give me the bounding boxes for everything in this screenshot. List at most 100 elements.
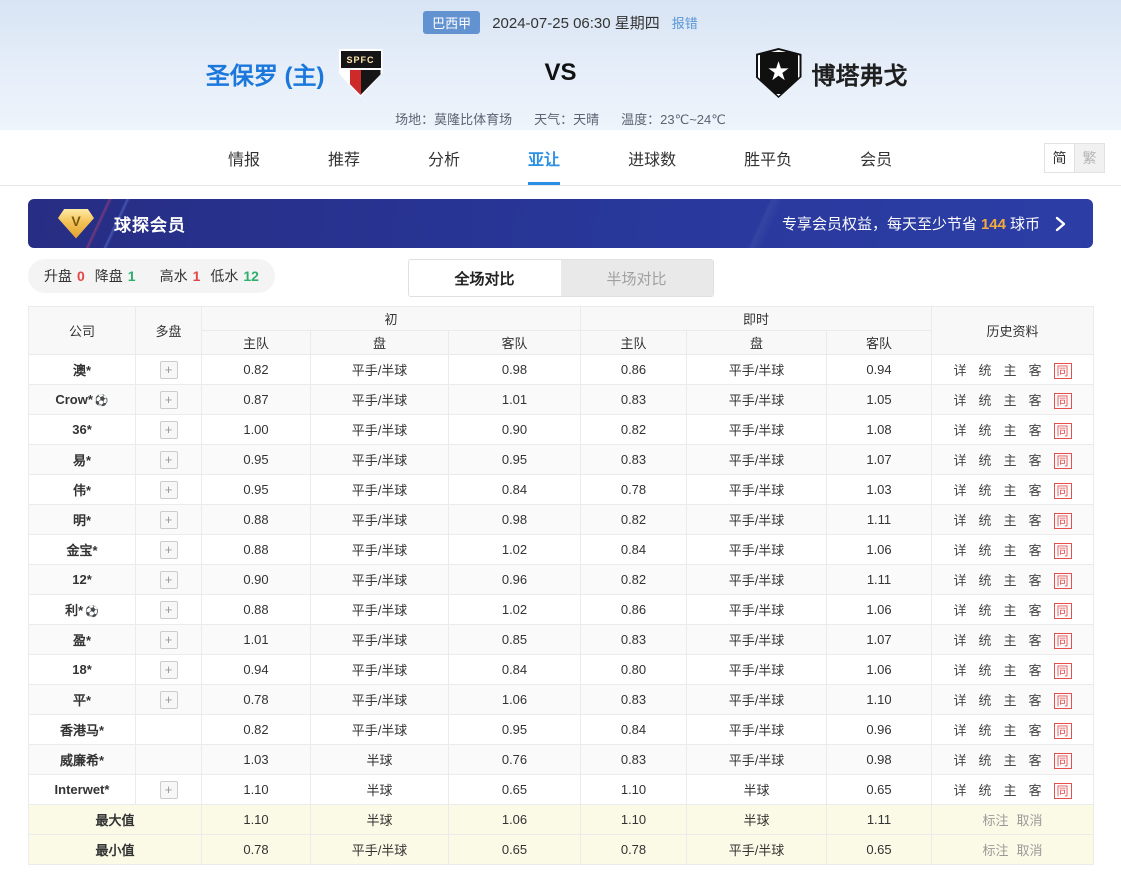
history-link-3[interactable]: 客: [1029, 693, 1042, 708]
expand-multi-button[interactable]: +: [160, 391, 178, 409]
expand-multi-button[interactable]: +: [160, 661, 178, 679]
history-link-4[interactable]: 同: [1054, 663, 1072, 679]
history-link-0[interactable]: 详: [953, 513, 966, 528]
expand-multi-button[interactable]: +: [160, 451, 178, 469]
history-link-0[interactable]: 详: [953, 783, 966, 798]
half-match-toggle[interactable]: 半场对比: [561, 260, 713, 296]
lang-simplified-button[interactable]: 简: [1044, 143, 1075, 173]
expand-multi-button[interactable]: +: [160, 541, 178, 559]
history-link-4[interactable]: 同: [1054, 723, 1072, 739]
history-link-1[interactable]: 统: [978, 573, 991, 588]
nav-tab-3[interactable]: 亚让: [528, 130, 560, 185]
history-link-0[interactable]: 详: [953, 483, 966, 498]
history-link-2[interactable]: 主: [1004, 633, 1017, 648]
history-link-2[interactable]: 主: [1004, 693, 1017, 708]
expand-multi-button[interactable]: +: [160, 691, 178, 709]
history-link-3[interactable]: 客: [1029, 483, 1042, 498]
expand-multi-button[interactable]: +: [160, 631, 178, 649]
history-link-0[interactable]: 详: [953, 573, 966, 588]
history-link-2[interactable]: 主: [1004, 753, 1017, 768]
history-link-4[interactable]: 同: [1054, 513, 1072, 529]
history-link-0[interactable]: 详: [953, 753, 966, 768]
expand-multi-button[interactable]: +: [160, 601, 178, 619]
expand-multi-button[interactable]: +: [160, 481, 178, 499]
history-link-3[interactable]: 客: [1029, 453, 1042, 468]
history-link-1[interactable]: 统: [978, 753, 991, 768]
history-link-4[interactable]: 同: [1054, 633, 1072, 649]
history-link-0[interactable]: 详: [953, 663, 966, 678]
history-link-2[interactable]: 主: [1004, 423, 1017, 438]
history-link-3[interactable]: 客: [1029, 513, 1042, 528]
summary-action-1[interactable]: 取消: [1017, 813, 1043, 828]
history-link-2[interactable]: 主: [1004, 603, 1017, 618]
history-link-3[interactable]: 客: [1029, 633, 1042, 648]
history-link-3[interactable]: 客: [1029, 363, 1042, 378]
history-link-2[interactable]: 主: [1004, 573, 1017, 588]
nav-tab-2[interactable]: 分析: [428, 130, 460, 185]
history-link-1[interactable]: 统: [978, 453, 991, 468]
nav-tab-4[interactable]: 进球数: [628, 130, 676, 185]
history-link-1[interactable]: 统: [978, 423, 991, 438]
report-error-link[interactable]: 报错: [672, 13, 698, 32]
history-link-2[interactable]: 主: [1004, 783, 1017, 798]
history-link-4[interactable]: 同: [1054, 783, 1072, 799]
history-link-3[interactable]: 客: [1029, 603, 1042, 618]
history-link-3[interactable]: 客: [1029, 783, 1042, 798]
history-link-4[interactable]: 同: [1054, 543, 1072, 559]
history-link-1[interactable]: 统: [978, 693, 991, 708]
history-link-0[interactable]: 详: [953, 453, 966, 468]
history-link-0[interactable]: 详: [953, 393, 966, 408]
nav-tab-6[interactable]: 会员: [860, 130, 892, 185]
history-link-2[interactable]: 主: [1004, 513, 1017, 528]
vip-banner[interactable]: V 球探会员 专享会员权益，每天至少节省144球币: [28, 199, 1093, 248]
history-link-2[interactable]: 主: [1004, 483, 1017, 498]
history-link-2[interactable]: 主: [1004, 453, 1017, 468]
history-link-4[interactable]: 同: [1054, 573, 1072, 589]
history-link-4[interactable]: 同: [1054, 363, 1072, 379]
nav-tab-0[interactable]: 情报: [228, 130, 260, 185]
history-link-2[interactable]: 主: [1004, 723, 1017, 738]
full-match-toggle[interactable]: 全场对比: [409, 260, 561, 296]
history-link-0[interactable]: 详: [953, 543, 966, 558]
history-link-0[interactable]: 详: [953, 693, 966, 708]
history-link-3[interactable]: 客: [1029, 573, 1042, 588]
history-link-0[interactable]: 详: [953, 633, 966, 648]
history-link-1[interactable]: 统: [978, 783, 991, 798]
history-link-3[interactable]: 客: [1029, 723, 1042, 738]
history-link-3[interactable]: 客: [1029, 543, 1042, 558]
expand-multi-button[interactable]: +: [160, 421, 178, 439]
history-link-3[interactable]: 客: [1029, 753, 1042, 768]
history-link-3[interactable]: 客: [1029, 393, 1042, 408]
history-link-3[interactable]: 客: [1029, 663, 1042, 678]
history-link-4[interactable]: 同: [1054, 453, 1072, 469]
history-link-1[interactable]: 统: [978, 393, 991, 408]
summary-action-0[interactable]: 标注: [983, 813, 1009, 828]
history-link-4[interactable]: 同: [1054, 753, 1072, 769]
history-link-2[interactable]: 主: [1004, 363, 1017, 378]
history-link-1[interactable]: 统: [978, 663, 991, 678]
expand-multi-button[interactable]: +: [160, 571, 178, 589]
history-link-4[interactable]: 同: [1054, 423, 1072, 439]
history-link-2[interactable]: 主: [1004, 543, 1017, 558]
history-link-3[interactable]: 客: [1029, 423, 1042, 438]
expand-multi-button[interactable]: +: [160, 781, 178, 799]
history-link-2[interactable]: 主: [1004, 393, 1017, 408]
history-link-0[interactable]: 详: [953, 723, 966, 738]
history-link-0[interactable]: 详: [953, 603, 966, 618]
away-team-name[interactable]: 博塔弗戈: [812, 56, 908, 91]
expand-multi-button[interactable]: +: [160, 361, 178, 379]
lang-traditional-button[interactable]: 繁: [1074, 143, 1105, 173]
history-link-0[interactable]: 详: [953, 423, 966, 438]
nav-tab-1[interactable]: 推荐: [328, 130, 360, 185]
league-badge[interactable]: 巴西甲: [423, 11, 480, 34]
vip-promo-link[interactable]: 专享会员权益，每天至少节省144球币: [782, 213, 1067, 234]
history-link-1[interactable]: 统: [978, 483, 991, 498]
expand-multi-button[interactable]: +: [160, 511, 178, 529]
summary-action-1[interactable]: 取消: [1017, 843, 1043, 858]
history-link-1[interactable]: 统: [978, 363, 991, 378]
home-team-name[interactable]: 圣保罗 (主): [206, 56, 325, 91]
history-link-2[interactable]: 主: [1004, 663, 1017, 678]
nav-tab-5[interactable]: 胜平负: [744, 130, 792, 185]
history-link-1[interactable]: 统: [978, 513, 991, 528]
history-link-4[interactable]: 同: [1054, 393, 1072, 409]
